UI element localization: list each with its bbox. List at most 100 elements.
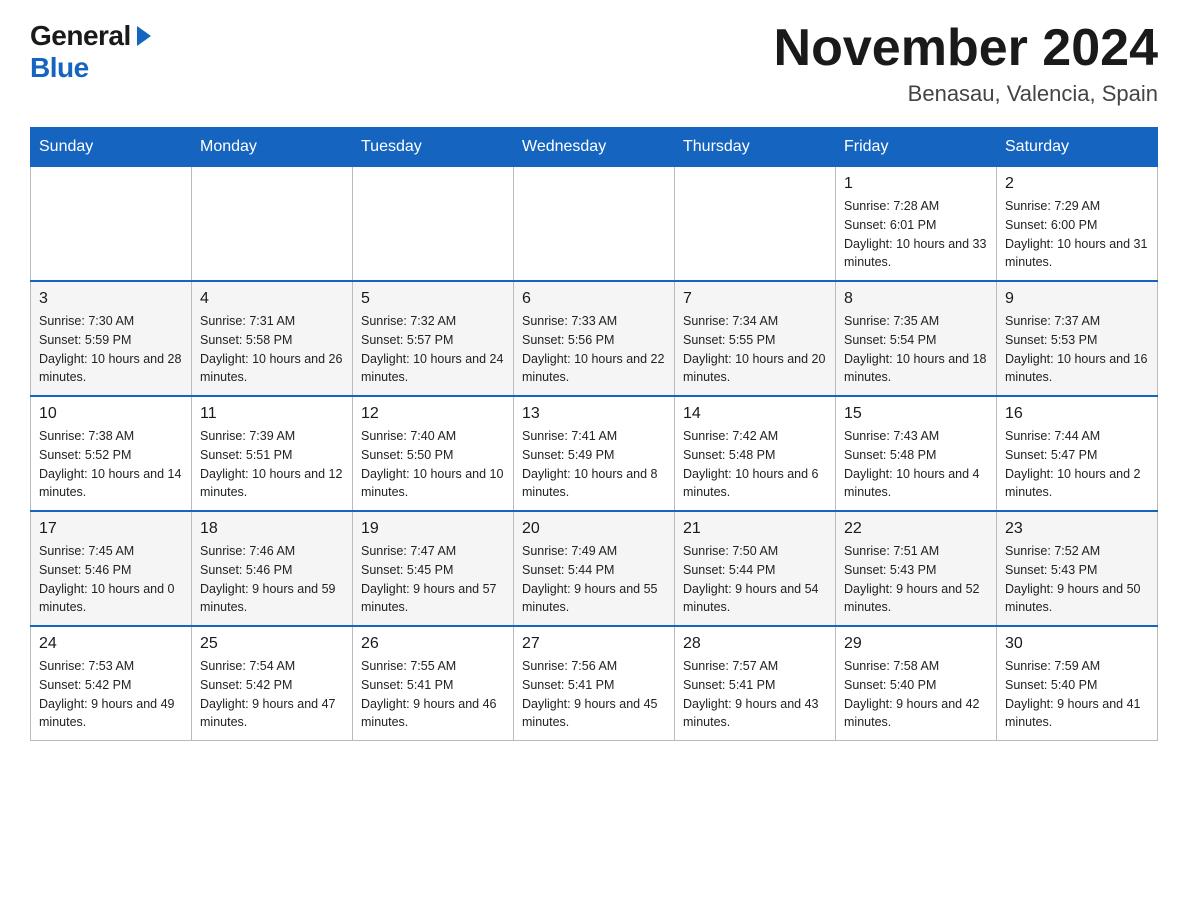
day-info: Sunrise: 7:45 AMSunset: 5:46 PMDaylight:… — [39, 542, 183, 617]
day-info: Sunrise: 7:49 AMSunset: 5:44 PMDaylight:… — [522, 542, 666, 617]
day-info: Sunrise: 7:59 AMSunset: 5:40 PMDaylight:… — [1005, 657, 1149, 732]
day-number: 20 — [522, 520, 666, 538]
week-row-4: 17 Sunrise: 7:45 AMSunset: 5:46 PMDayligh… — [31, 511, 1158, 626]
day-info: Sunrise: 7:43 AMSunset: 5:48 PMDaylight:… — [844, 427, 988, 502]
logo-blue-text: Blue — [30, 52, 89, 83]
day-info: Sunrise: 7:56 AMSunset: 5:41 PMDaylight:… — [522, 657, 666, 732]
day-number: 3 — [39, 290, 183, 308]
calendar-cell: 24 Sunrise: 7:53 AMSunset: 5:42 PMDayligh… — [31, 626, 192, 741]
calendar-cell: 13Sunrise: 7:41 AMSunset: 5:49 PMDayligh… — [514, 396, 675, 511]
week-row-5: 24 Sunrise: 7:53 AMSunset: 5:42 PMDayligh… — [31, 626, 1158, 741]
day-number: 27 — [522, 635, 666, 653]
day-number: 21 — [683, 520, 827, 538]
day-info: Sunrise: 7:29 AMSunset: 6:00 PMDaylight:… — [1005, 197, 1149, 272]
col-header-friday: Friday — [836, 128, 997, 167]
day-number: 11 — [200, 405, 344, 423]
day-number: 29 — [844, 635, 988, 653]
day-info: Sunrise: 7:33 AMSunset: 5:56 PMDaylight:… — [522, 312, 666, 387]
calendar-cell: 20 Sunrise: 7:49 AMSunset: 5:44 PMDayligh… — [514, 511, 675, 626]
calendar-cell: 22 Sunrise: 7:51 AMSunset: 5:43 PMDayligh… — [836, 511, 997, 626]
day-number: 6 — [522, 290, 666, 308]
week-row-2: 3Sunrise: 7:30 AMSunset: 5:59 PMDaylight… — [31, 281, 1158, 396]
calendar-cell: 9Sunrise: 7:37 AMSunset: 5:53 PMDaylight… — [997, 281, 1158, 396]
day-info: Sunrise: 7:46 AMSunset: 5:46 PMDaylight:… — [200, 542, 344, 617]
day-number: 12 — [361, 405, 505, 423]
week-row-3: 10 Sunrise: 7:38 AMSunset: 5:52 PMDayligh… — [31, 396, 1158, 511]
page-header: General Blue November 2024 Benasau, Vale… — [30, 20, 1158, 107]
calendar-cell: 6 Sunrise: 7:33 AMSunset: 5:56 PMDaylight… — [514, 281, 675, 396]
calendar-cell: 28 Sunrise: 7:57 AMSunset: 5:41 PMDayligh… — [675, 626, 836, 741]
day-info: Sunrise: 7:31 AMSunset: 5:58 PMDaylight:… — [200, 312, 344, 387]
day-info: Sunrise: 7:58 AMSunset: 5:40 PMDaylight:… — [844, 657, 988, 732]
day-number: 24 — [39, 635, 183, 653]
calendar-cell — [31, 167, 192, 282]
day-number: 2 — [1005, 175, 1149, 193]
calendar-cell: 3Sunrise: 7:30 AMSunset: 5:59 PMDaylight… — [31, 281, 192, 396]
day-number: 23 — [1005, 520, 1149, 538]
day-info: Sunrise: 7:38 AMSunset: 5:52 PMDaylight:… — [39, 427, 183, 502]
calendar-cell: 7 Sunrise: 7:34 AMSunset: 5:55 PMDaylight… — [675, 281, 836, 396]
calendar-cell — [675, 167, 836, 282]
col-header-thursday: Thursday — [675, 128, 836, 167]
day-info: Sunrise: 7:35 AMSunset: 5:54 PMDaylight:… — [844, 312, 988, 387]
day-number: 22 — [844, 520, 988, 538]
col-header-monday: Monday — [192, 128, 353, 167]
calendar-cell — [514, 167, 675, 282]
day-info: Sunrise: 7:50 AMSunset: 5:44 PMDaylight:… — [683, 542, 827, 617]
calendar-cell: 10 Sunrise: 7:38 AMSunset: 5:52 PMDayligh… — [31, 396, 192, 511]
day-number: 25 — [200, 635, 344, 653]
calendar-cell: 30 Sunrise: 7:59 AMSunset: 5:40 PMDayligh… — [997, 626, 1158, 741]
calendar-table: SundayMondayTuesdayWednesdayThursdayFrid… — [30, 127, 1158, 741]
day-number: 17 — [39, 520, 183, 538]
day-number: 16 — [1005, 405, 1149, 423]
day-info: Sunrise: 7:28 AMSunset: 6:01 PMDaylight:… — [844, 197, 988, 272]
month-title: November 2024 — [774, 20, 1158, 77]
calendar-cell: 16Sunrise: 7:44 AMSunset: 5:47 PMDayligh… — [997, 396, 1158, 511]
header-row: SundayMondayTuesdayWednesdayThursdayFrid… — [31, 128, 1158, 167]
day-number: 19 — [361, 520, 505, 538]
day-info: Sunrise: 7:51 AMSunset: 5:43 PMDaylight:… — [844, 542, 988, 617]
calendar-cell: 14Sunrise: 7:42 AMSunset: 5:48 PMDayligh… — [675, 396, 836, 511]
calendar-cell: 18Sunrise: 7:46 AMSunset: 5:46 PMDayligh… — [192, 511, 353, 626]
day-info: Sunrise: 7:52 AMSunset: 5:43 PMDaylight:… — [1005, 542, 1149, 617]
calendar-cell: 21 Sunrise: 7:50 AMSunset: 5:44 PMDayligh… — [675, 511, 836, 626]
calendar-cell — [192, 167, 353, 282]
week-row-1: 1 Sunrise: 7:28 AMSunset: 6:01 PMDaylight… — [31, 167, 1158, 282]
location-title: Benasau, Valencia, Spain — [774, 81, 1158, 107]
day-info: Sunrise: 7:34 AMSunset: 5:55 PMDaylight:… — [683, 312, 827, 387]
calendar-cell: 26Sunrise: 7:55 AMSunset: 5:41 PMDayligh… — [353, 626, 514, 741]
col-header-sunday: Sunday — [31, 128, 192, 167]
day-number: 13 — [522, 405, 666, 423]
title-section: November 2024 Benasau, Valencia, Spain — [774, 20, 1158, 107]
logo: General Blue — [30, 20, 154, 84]
calendar-cell: 23 Sunrise: 7:52 AMSunset: 5:43 PMDayligh… — [997, 511, 1158, 626]
day-number: 1 — [844, 175, 988, 193]
calendar-cell: 15 Sunrise: 7:43 AMSunset: 5:48 PMDayligh… — [836, 396, 997, 511]
calendar-cell: 11 Sunrise: 7:39 AMSunset: 5:51 PMDayligh… — [192, 396, 353, 511]
day-number: 28 — [683, 635, 827, 653]
day-number: 8 — [844, 290, 988, 308]
calendar-cell: 4 Sunrise: 7:31 AMSunset: 5:58 PMDaylight… — [192, 281, 353, 396]
day-number: 30 — [1005, 635, 1149, 653]
day-number: 10 — [39, 405, 183, 423]
day-info: Sunrise: 7:37 AMSunset: 5:53 PMDaylight:… — [1005, 312, 1149, 387]
calendar-cell: 2 Sunrise: 7:29 AMSunset: 6:00 PMDaylight… — [997, 167, 1158, 282]
day-number: 7 — [683, 290, 827, 308]
calendar-cell — [353, 167, 514, 282]
calendar-cell: 17 Sunrise: 7:45 AMSunset: 5:46 PMDayligh… — [31, 511, 192, 626]
logo-triangle-icon — [137, 26, 151, 46]
day-info: Sunrise: 7:54 AMSunset: 5:42 PMDaylight:… — [200, 657, 344, 732]
calendar-cell: 29 Sunrise: 7:58 AMSunset: 5:40 PMDayligh… — [836, 626, 997, 741]
calendar-cell: 5Sunrise: 7:32 AMSunset: 5:57 PMDaylight… — [353, 281, 514, 396]
calendar-cell: 19Sunrise: 7:47 AMSunset: 5:45 PMDayligh… — [353, 511, 514, 626]
day-info: Sunrise: 7:53 AMSunset: 5:42 PMDaylight:… — [39, 657, 183, 732]
col-header-wednesday: Wednesday — [514, 128, 675, 167]
day-number: 15 — [844, 405, 988, 423]
day-number: 14 — [683, 405, 827, 423]
day-info: Sunrise: 7:57 AMSunset: 5:41 PMDaylight:… — [683, 657, 827, 732]
day-number: 4 — [200, 290, 344, 308]
day-info: Sunrise: 7:55 AMSunset: 5:41 PMDaylight:… — [361, 657, 505, 732]
day-info: Sunrise: 7:32 AMSunset: 5:57 PMDaylight:… — [361, 312, 505, 387]
day-info: Sunrise: 7:40 AMSunset: 5:50 PMDaylight:… — [361, 427, 505, 502]
day-info: Sunrise: 7:39 AMSunset: 5:51 PMDaylight:… — [200, 427, 344, 502]
